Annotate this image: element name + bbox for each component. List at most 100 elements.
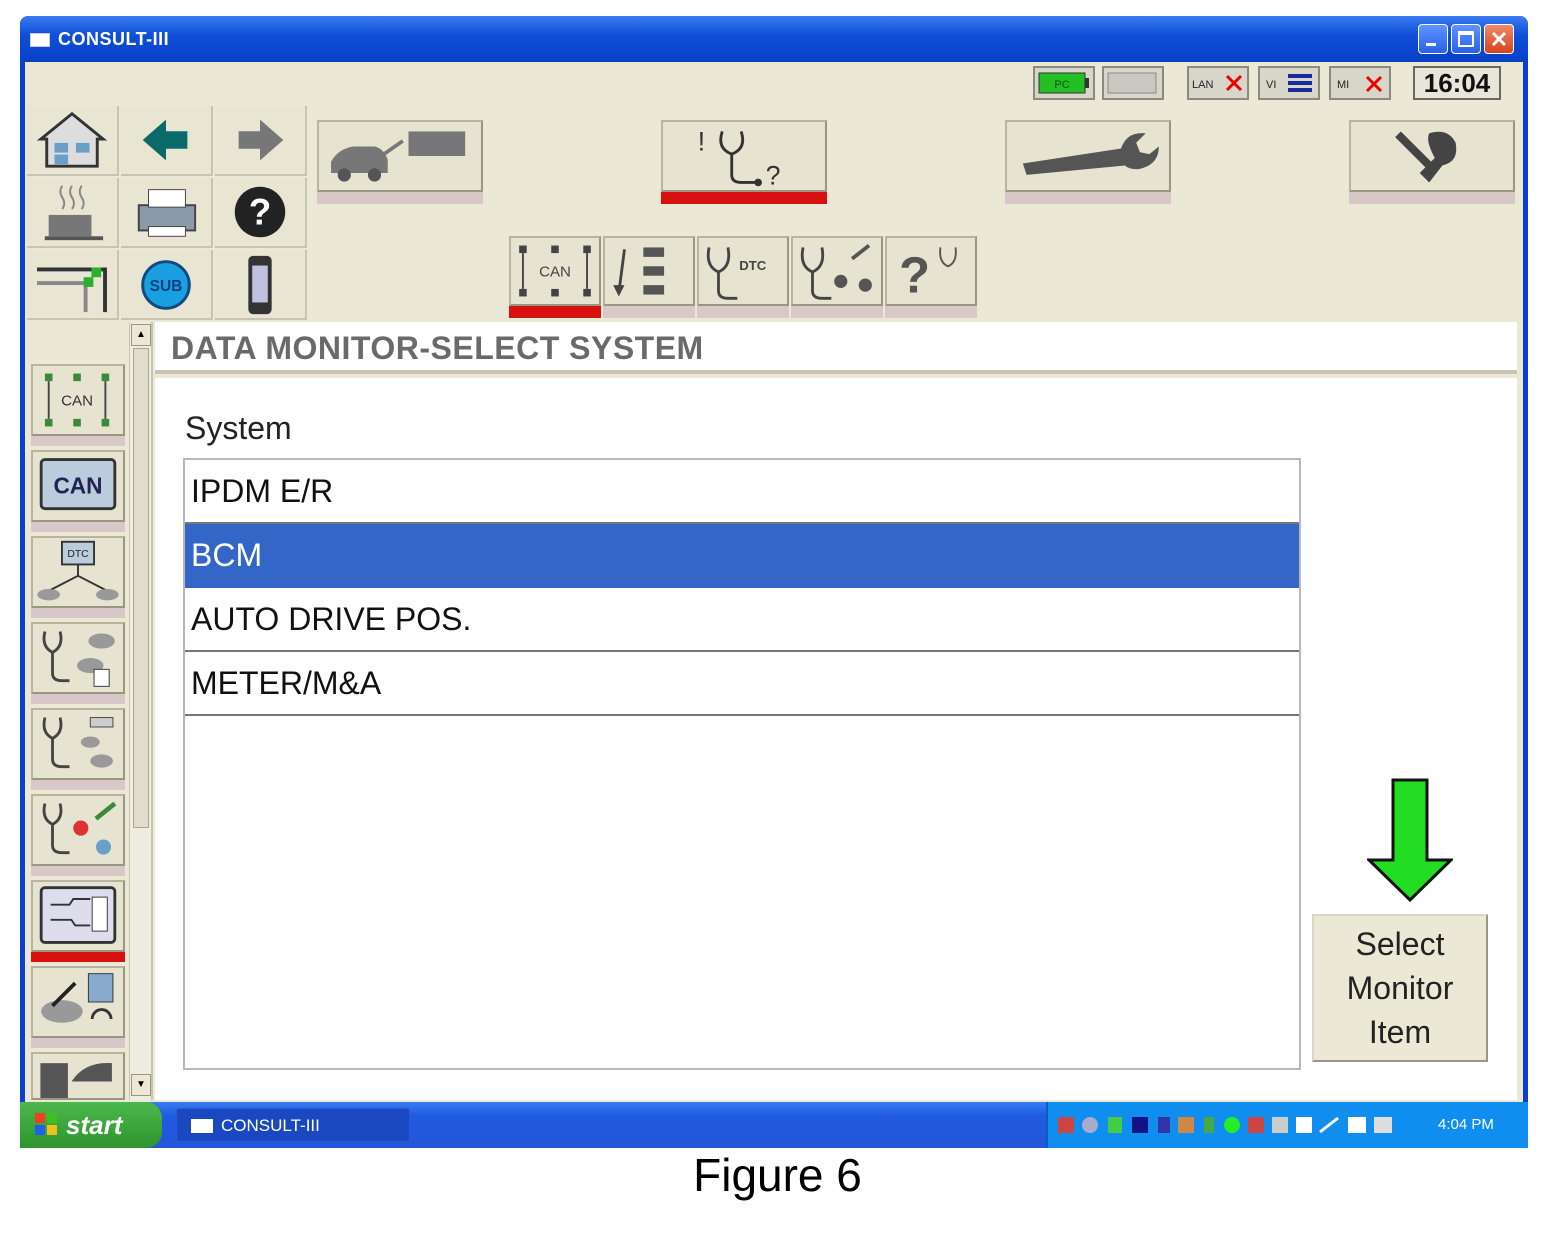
maximize-button[interactable] <box>1451 24 1481 54</box>
dtc-network-icon: DTC <box>37 540 119 601</box>
app-client: PC LAN VI MI 16:04 ? SUB ! ? CAN DTC ? C… <box>25 62 1523 1102</box>
sidebar-item-self-diagnosis[interactable] <box>31 622 125 694</box>
stethoscope-test-icon <box>800 244 872 300</box>
stethoscope-test-icon <box>42 801 117 855</box>
window-title: CONSULT-III <box>58 29 170 49</box>
sidebar-item-reprogramming[interactable] <box>31 966 125 1038</box>
list-item-selected[interactable]: BCM <box>185 524 1299 588</box>
start-button[interactable]: start <box>20 1102 162 1148</box>
svg-text:?: ? <box>766 160 781 190</box>
sidebar-item-dtc[interactable]: DTC <box>31 536 125 608</box>
sidebar-item-data-monitor[interactable] <box>31 708 125 780</box>
system-list: IPDM E/R BCM AUTO DRIVE POS. METER/M&A <box>183 458 1301 1070</box>
system-tray: 4:04 PM <box>1046 1102 1528 1148</box>
work-support-button[interactable] <box>1005 120 1171 192</box>
sidebar-item-ecu-screen[interactable] <box>31 880 125 952</box>
dtc-tab-label: DTC <box>739 258 767 273</box>
svg-text:?: ? <box>249 192 272 233</box>
sidebar-item-active-test[interactable] <box>31 794 125 866</box>
can-network-icon: CAN <box>44 373 110 427</box>
can-screen-label: CAN <box>53 473 102 499</box>
help-button[interactable]: ? <box>215 178 307 248</box>
list-arrow-icon <box>613 247 665 297</box>
back-button[interactable] <box>121 106 213 176</box>
active-test-tab[interactable] <box>791 236 883 306</box>
taskbar-item-consult[interactable]: CONSULT-III <box>176 1108 410 1142</box>
list-item[interactable]: METER/M&A <box>185 652 1299 716</box>
mi-label: MI <box>1337 79 1349 91</box>
printer-icon <box>137 189 197 237</box>
taskbar: start CONSULT-III 4:04 PM <box>20 1102 1528 1148</box>
can-tab-label: CAN <box>539 264 571 281</box>
vehicle-icon <box>40 1063 112 1098</box>
reprogram-icon <box>41 973 114 1023</box>
sidebar-item-can-diagnosis[interactable]: CAN <box>31 364 125 436</box>
tools-button[interactable] <box>1349 120 1515 192</box>
left-sidebar: CAN CAN DTC ▲ ▼ <box>25 322 153 1100</box>
mi-status-indicator: MI <box>1329 66 1391 100</box>
scroll-thumb[interactable] <box>133 348 149 828</box>
arrow-down-icon <box>1367 778 1453 902</box>
lan-status-indicator: LAN <box>1187 66 1249 100</box>
pc-status-indicator: PC <box>1033 66 1095 100</box>
sub-mode-button[interactable]: SUB <box>121 250 213 320</box>
support-tab[interactable]: ? <box>885 236 977 306</box>
forward-button[interactable] <box>215 106 307 176</box>
vi-status-indicator: VI <box>1258 66 1320 100</box>
dtc-tab[interactable]: DTC <box>697 236 789 306</box>
can-diagram-label: CAN <box>61 393 93 410</box>
vi-label: VI <box>1266 79 1276 91</box>
diagnosis-button[interactable]: !? <box>661 120 827 192</box>
device-icon <box>248 255 272 315</box>
system-call-tab[interactable] <box>603 236 695 306</box>
vehicle-selection-button[interactable] <box>317 120 483 192</box>
home-icon <box>36 111 108 168</box>
scroll-up-icon[interactable]: ▲ <box>131 324 151 346</box>
can-diagnosis-tab[interactable]: CAN <box>509 236 601 306</box>
stethoscope-data-icon <box>42 717 114 769</box>
select-button-line-1: Select <box>1355 926 1445 962</box>
consult-window: CONSULT-III PC LAN VI MI 16:04 ? SUB ! ?… <box>20 16 1528 1148</box>
main-content: System IPDM E/R BCM AUTO DRIVE POS. METE… <box>155 378 1517 1100</box>
lan-label: LAN <box>1192 79 1213 91</box>
print-button[interactable] <box>121 178 213 248</box>
sidebar-scrollbar[interactable]: ▲ ▼ <box>129 322 151 1100</box>
help-icon: ? <box>234 186 286 238</box>
figure-caption: Figure 6 <box>693 1149 862 1201</box>
close-button[interactable] <box>1484 24 1514 54</box>
title-bar: CONSULT-III <box>20 16 1528 62</box>
tray-icons[interactable] <box>1058 1114 1428 1136</box>
arrow-left-icon <box>142 119 188 161</box>
select-button-line-3: Item <box>1368 1014 1432 1050</box>
list-item[interactable]: AUTO DRIVE POS. <box>185 588 1299 652</box>
system-column-label: System <box>185 410 292 446</box>
scroll-down-icon[interactable]: ▼ <box>131 1074 151 1096</box>
wrench-icon <box>1022 133 1159 175</box>
stethoscope-dtc-icon: DTC <box>706 247 767 300</box>
vehicle-link-icon <box>331 131 466 182</box>
stethoscope-question-icon: !? <box>698 126 781 190</box>
sidebar-item-partial[interactable] <box>31 1052 125 1100</box>
taskbar-item-label: CONSULT-III <box>221 1116 320 1135</box>
pc-label: PC <box>1054 79 1069 91</box>
start-label: start <box>66 1110 123 1140</box>
app-icon <box>30 33 50 47</box>
screen-capture-button[interactable] <box>27 250 119 320</box>
sleep-button[interactable] <box>27 178 119 248</box>
page-title: DATA MONITOR-SELECT SYSTEM <box>171 330 704 366</box>
sub-icon: SUB <box>141 260 191 310</box>
app-icon <box>191 1119 213 1133</box>
window-resize-icon <box>37 267 107 313</box>
clock: 16:04 <box>1413 66 1501 100</box>
ecu-screen-icon <box>39 886 117 944</box>
question-stethoscope-icon: ? <box>899 247 957 304</box>
sidebar-item-can-screen[interactable]: CAN <box>31 450 125 522</box>
battery-indicator <box>1102 66 1164 100</box>
vi-device-button[interactable] <box>215 250 307 320</box>
list-item[interactable]: IPDM E/R <box>185 460 1299 524</box>
select-monitor-item-button[interactable]: Select Monitor Item <box>1312 914 1488 1062</box>
home-button[interactable] <box>27 106 119 176</box>
select-button-line-2: Monitor <box>1346 970 1454 1006</box>
minimize-button[interactable] <box>1418 24 1448 54</box>
dtc-label: DTC <box>67 549 89 560</box>
